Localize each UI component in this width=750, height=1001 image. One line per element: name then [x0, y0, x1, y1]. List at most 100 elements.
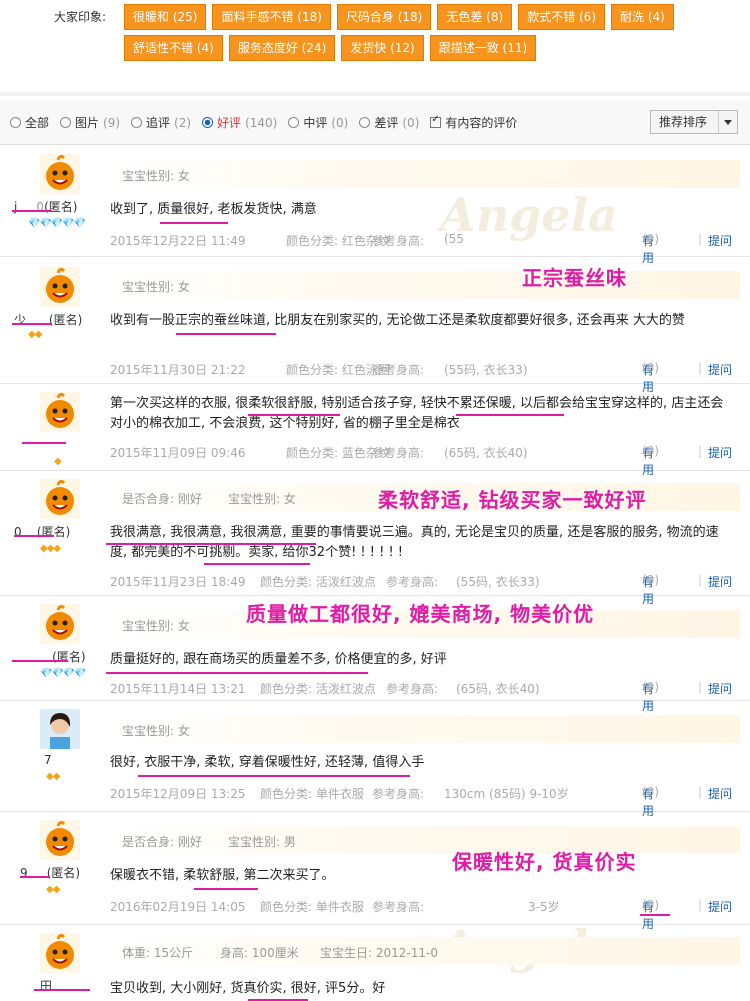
ask-link[interactable]: 提问	[708, 573, 732, 590]
avatar	[40, 154, 80, 194]
review-meta: 宝宝性别: 女	[110, 271, 740, 299]
filter-negative[interactable]: 差评 (0)	[359, 114, 419, 131]
ask-link[interactable]: 提问	[708, 785, 732, 802]
review-text: 质量挺好的, 跟在商场买的质量差不多, 价格便宜的多, 好评	[110, 652, 447, 667]
annotation-underline	[640, 914, 670, 916]
impression-tag[interactable]: 尺码合身 (18)	[336, 4, 432, 30]
review-footer: 2015年11月14日 13:21 颜色分类: 活泼红波点 参考身高: (65码…	[110, 680, 733, 713]
annotation-underline	[12, 210, 52, 212]
review-text: 收到了, 质量很好, 老板发货快, 满意	[110, 202, 317, 217]
reviewer-name[interactable]: 9 (匿名)	[20, 864, 110, 881]
impression-tag[interactable]: 款式不错 (6)	[518, 4, 606, 30]
annotation-underline	[160, 222, 228, 224]
annotation-underline	[176, 333, 276, 335]
impression-tag[interactable]: 无色差 (8)	[437, 4, 513, 30]
review-text: 保暖衣不错, 柔软舒服, 第二次来买了。	[110, 868, 335, 883]
impression-tag[interactable]: 舒适性不错 (4)	[124, 35, 223, 61]
annotation-underline	[34, 989, 90, 991]
radio-icon[interactable]	[60, 117, 72, 128]
buyer-level-icon: ◆◆	[46, 771, 60, 782]
review-footer: 2015年12月22日 11:49 颜色分类: 红色杂纹 参考身高: (55 有…	[110, 232, 733, 265]
review-meta: 是否合身: 刚好 宝宝性别: 男	[110, 826, 740, 854]
radio-icon[interactable]	[359, 117, 371, 128]
impression-tag[interactable]: 服务态度好 (24)	[228, 35, 336, 61]
radio-icon[interactable]	[288, 117, 300, 128]
filter-has-content[interactable]: 有内容的评价	[430, 114, 517, 131]
buyer-level-icon: ◆◆◆	[40, 543, 61, 554]
filter-neutral[interactable]: 中评 (0)	[288, 114, 348, 131]
review-item: 9 (匿名) ◆◆ 是否合身: 刚好 宝宝性别: 男 保暖衣不错, 柔软舒服, 第…	[0, 812, 750, 931]
impression-tag[interactable]: 耐洗 (4)	[611, 4, 674, 30]
avatar	[40, 267, 80, 307]
impressions-label: 大家印象:	[54, 10, 107, 24]
impressions-section: 大家印象: 很暖和 (25) 面料手感不错 (18) 尺码合身 (18) 无色差…	[0, 0, 750, 70]
review-footer: 2015年11月09日 09:46 颜色分类: 蓝色杂纹 参考身高: (65码,…	[110, 444, 733, 477]
filter-followup[interactable]: 追评 (2)	[131, 114, 191, 131]
annotation-underline	[456, 414, 564, 416]
annotation-underline	[20, 876, 50, 878]
review-filter-bar: 全部 图片(9) 追评(2) 好评(140) 中评(0) 差评(0) 有内容的评…	[0, 100, 750, 145]
review-footer: 2015年11月23日 18:49 颜色分类: 活泼红波点 参考身高: (55码…	[110, 573, 733, 606]
annotation-text: 正宗蚕丝味	[522, 266, 627, 290]
reviewer-name[interactable]: 0 (匿名)	[14, 523, 104, 540]
annotation-underline	[106, 672, 368, 674]
review-text: 宝贝收到, 大小刚好, 货真价实, 很好, 评5分。好	[110, 981, 386, 996]
annotation-text: 质量做工都很好, 媲美商场, 物美价优	[246, 602, 595, 626]
avatar	[40, 709, 80, 749]
sort-dropdown[interactable]: 推荐排序	[650, 110, 738, 134]
annotation-underline	[248, 414, 340, 416]
review-text: 第一次买这样的衣服, 很柔软很舒服, 特别适合孩子穿, 轻快不累还保暖, 以后都…	[110, 396, 724, 431]
annotation-underline	[194, 888, 258, 890]
radio-icon[interactable]	[10, 117, 21, 128]
review-meta: 体重: 15公斤 身高: 100厘米 宝宝生日: 2012-11-0	[110, 937, 740, 965]
ask-link[interactable]: 提问	[708, 898, 732, 915]
radio-icon[interactable]	[131, 117, 143, 128]
buyer-level-icon: ◆◆	[28, 329, 42, 340]
ask-link[interactable]: 提问	[708, 361, 732, 378]
annotation-text: 保暖性好, 货真价实	[452, 850, 637, 874]
review-footer: 2015年12月09日 13:25 颜色分类: 单件衣服 参考身高: 130cm…	[110, 785, 733, 818]
buyer-level-icon: 💎💎💎💎💎	[28, 218, 86, 229]
review-text: 收到有一股正宗的蚕丝味道, 比朋友在别家买的, 无论做工还是柔软度都要好很多, …	[110, 313, 685, 328]
impression-tag[interactable]: 跟描述一致 (11)	[429, 35, 537, 61]
review-footer: 2016年02月19日 14:05 颜色分类: 单件衣服 参考身高: 3-5岁 …	[110, 898, 733, 931]
review-text: 很好, 衣服干净, 柔软, 穿着保暖性好, 还轻薄, 值得入手	[110, 755, 425, 770]
review-item: 田 体重: 15公斤 身高: 100厘米 宝宝生日: 2012-11-0 宝贝收…	[0, 925, 750, 1001]
ask-link[interactable]: 提问	[708, 680, 732, 697]
review-item: ◆ 第一次买这样的衣服, 很柔软很舒服, 特别适合孩子穿, 轻快不累还保暖, 以…	[0, 384, 750, 477]
chevron-down-icon[interactable]	[718, 111, 737, 133]
review-item: 少 (匿名) ◆◆ 宝宝性别: 女 收到有一股正宗的蚕丝味道, 比朋友在别家买的…	[0, 257, 750, 394]
impression-tags: 很暖和 (25) 面料手感不错 (18) 尺码合身 (18) 无色差 (8) 款…	[124, 4, 724, 61]
review-meta: 宝宝性别: 女	[110, 715, 740, 743]
annotation-underline	[12, 660, 68, 662]
reviewer-name[interactable]: (匿名)	[14, 648, 104, 665]
checkbox-icon[interactable]	[430, 114, 442, 128]
radio-icon[interactable]	[202, 117, 214, 128]
annotation-underline	[12, 323, 52, 325]
annotation-underline	[106, 543, 316, 545]
review-footer: 2015年11月30日 21:22 颜色分类: 红色泳圈 参考身高: (55码,…	[110, 361, 733, 394]
ask-link[interactable]: 提问	[708, 444, 732, 461]
buyer-level-icon: ◆	[54, 456, 62, 467]
impression-tag[interactable]: 发货快 (12)	[341, 35, 424, 61]
reviewer-name[interactable]: j 0(匿名)	[14, 198, 104, 215]
avatar	[40, 392, 80, 432]
avatar	[40, 933, 80, 973]
avatar	[40, 479, 80, 519]
reviewer-name[interactable]: 少 (匿名)	[14, 311, 104, 328]
impression-tag[interactable]: 面料手感不错 (18)	[212, 4, 331, 30]
review-meta: 宝宝性别: 女	[110, 160, 740, 188]
annotation-underline	[14, 535, 54, 537]
annotation-underline	[138, 775, 410, 777]
review-item: j 0(匿名) 💎💎💎💎💎 宝宝性别: 女 收到了, 质量很好, 老板发货快, …	[0, 146, 750, 265]
ask-link[interactable]: 提问	[708, 232, 732, 249]
filter-images[interactable]: 图片 (9)	[60, 114, 120, 131]
filter-all[interactable]: 全部	[10, 114, 49, 131]
buyer-level-icon: 💎💎💎💎	[40, 668, 87, 679]
review-item: 7 ◆◆ 宝宝性别: 女 很好, 衣服干净, 柔软, 穿着保暖性好, 还轻薄, …	[0, 701, 750, 818]
annotation-text: 柔软舒适, 钻级买家一致好评	[378, 488, 647, 512]
filter-positive[interactable]: 好评 (140)	[202, 114, 277, 131]
section-divider	[0, 92, 750, 96]
impression-tag[interactable]: 很暖和 (25)	[124, 4, 207, 30]
buyer-level-icon: ◆◆	[46, 884, 60, 895]
